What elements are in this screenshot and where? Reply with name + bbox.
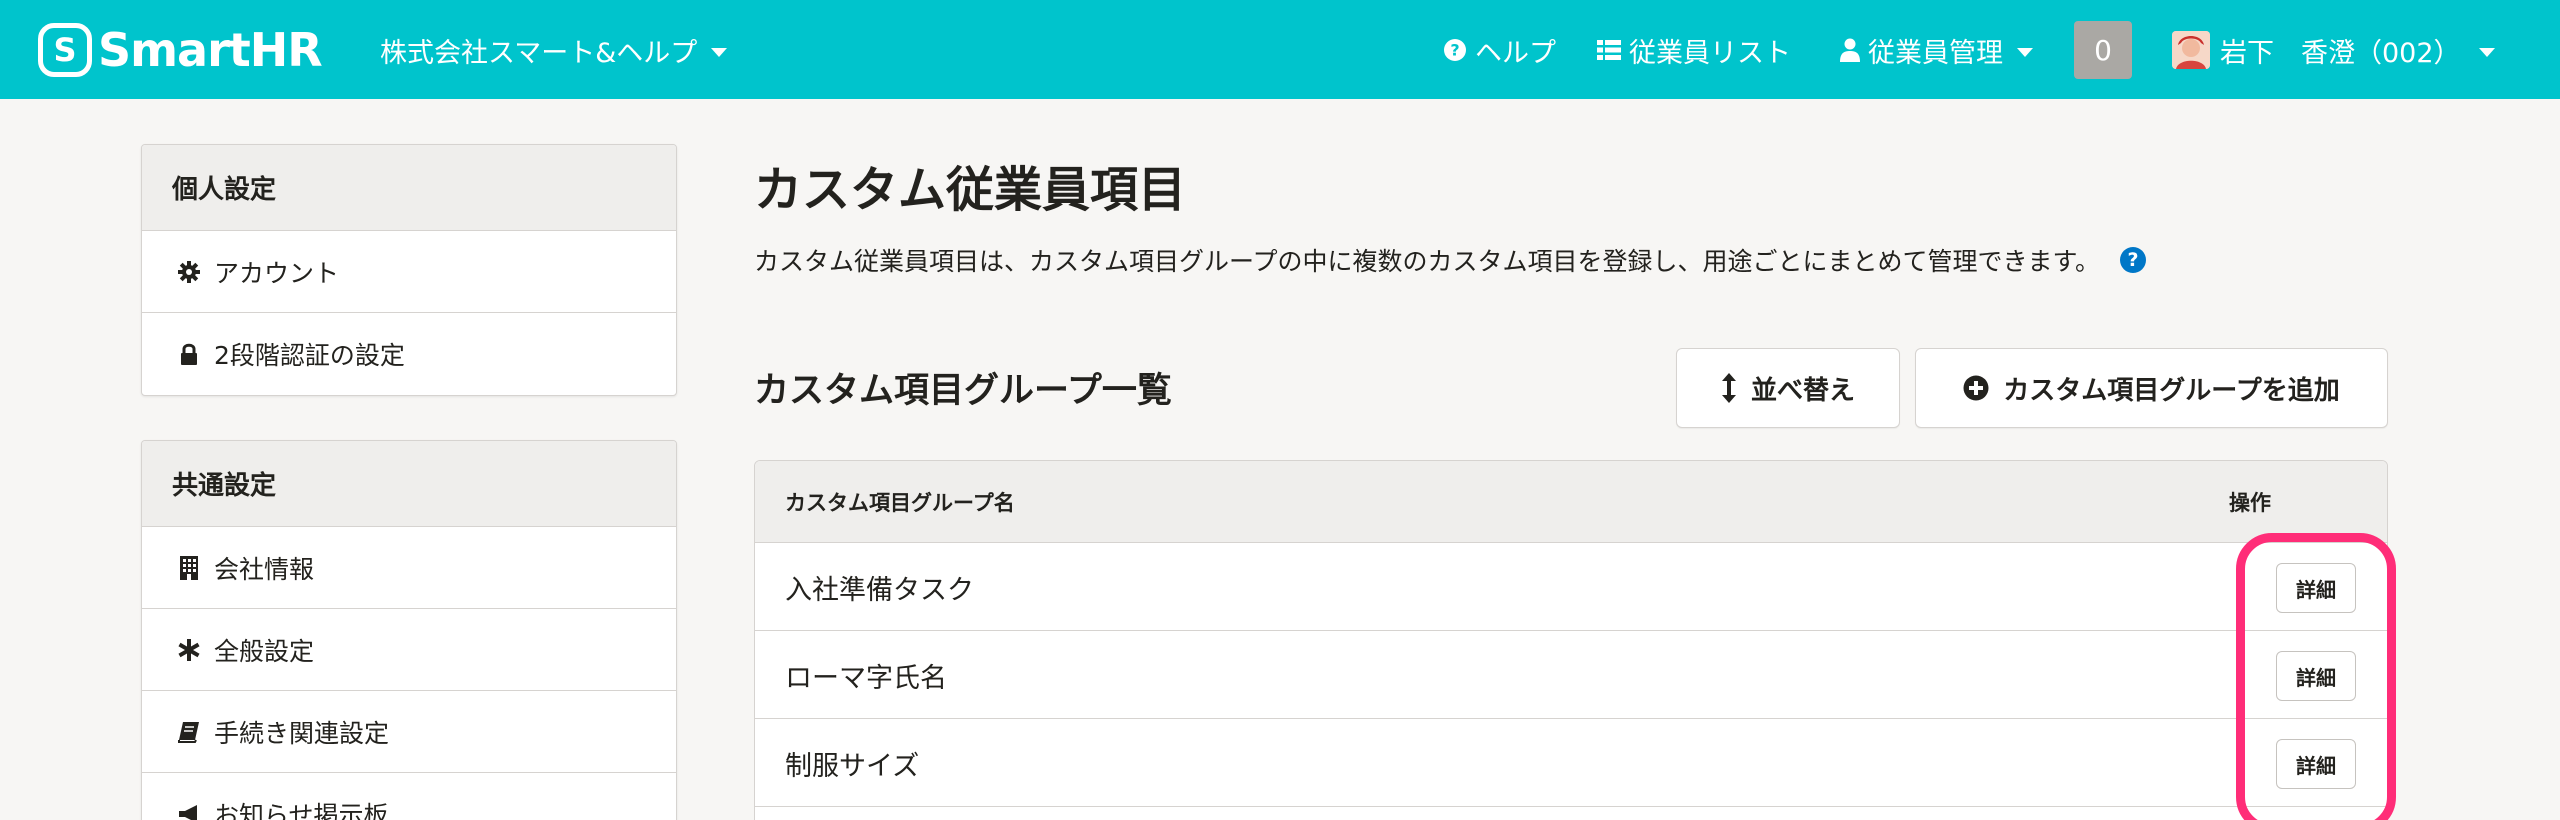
nav-help[interactable]: ? ヘルプ bbox=[1443, 30, 1556, 70]
table-header: カスタム項目グループ名 操作 bbox=[755, 461, 2387, 543]
table-row: 制服サイズ 詳細 bbox=[755, 719, 2387, 807]
detail-button[interactable]: 詳細 bbox=[2276, 563, 2356, 613]
add-custom-group-label: カスタム項目グループを追加 bbox=[2003, 375, 2340, 406]
building-icon bbox=[178, 555, 200, 580]
question-circle-icon: ? bbox=[1443, 38, 1467, 62]
nav-employee-management[interactable]: 従業員管理 bbox=[1840, 30, 2033, 70]
sidebar-item-label: 2段階認証の設定 bbox=[214, 341, 405, 370]
section-title: カスタム項目グループ一覧 bbox=[754, 371, 1172, 411]
group-name-cell: 入社準備タスク bbox=[785, 574, 974, 606]
custom-group-table: カスタム項目グループ名 操作 入社準備タスク 詳細 ローマ字氏名 詳細 制服サイ… bbox=[754, 460, 2388, 820]
user-icon bbox=[1840, 38, 1860, 62]
column-header-operations: 操作 bbox=[2229, 491, 2271, 515]
sidebar-item-label: 会社情報 bbox=[214, 554, 315, 584]
avatar[interactable] bbox=[2172, 31, 2210, 69]
nav-employee-list[interactable]: 従業員リスト bbox=[1597, 30, 1791, 70]
description-text: カスタム従業員項目は、カスタム項目グループの中に複数のカスタム項目を登録し、用途… bbox=[754, 247, 2101, 276]
plus-circle-icon bbox=[1963, 375, 1989, 401]
lock-icon bbox=[178, 343, 200, 365]
sort-vertical-icon bbox=[1721, 373, 1737, 403]
page-description: カスタム従業員項目は、カスタム項目グループの中に複数のカスタム項目を登録し、用途… bbox=[754, 242, 2147, 278]
sidebar-item-label: アカウント bbox=[214, 258, 340, 288]
sidebar-item-general-settings[interactable]: 全般設定 bbox=[142, 609, 676, 691]
top-header: S SmartHR 株式会社スマート&ヘルプ ? ヘルプ 従業員リスト 従業員管… bbox=[0, 0, 2560, 99]
book-icon bbox=[178, 721, 200, 743]
common-settings-card: 共通設定 会社情報 全般設定 手続き関連設定 お知らせ掲示板 bbox=[141, 440, 677, 820]
common-settings-heading: 共通設定 bbox=[142, 441, 676, 527]
sidebar-item-bulletin-board[interactable]: お知らせ掲示板 bbox=[142, 773, 676, 820]
sidebar-item-two-factor[interactable]: 2段階認証の設定 bbox=[142, 313, 676, 395]
group-name-cell: ローマ字氏名 bbox=[785, 662, 947, 694]
chevron-down-icon bbox=[2017, 47, 2033, 57]
sidebar-item-procedure-settings[interactable]: 手続き関連設定 bbox=[142, 691, 676, 773]
table-row: 入社準備タスク 詳細 bbox=[755, 543, 2387, 631]
table-row: ローマ字氏名 詳細 bbox=[755, 631, 2387, 719]
logo-mark-icon: S bbox=[38, 23, 92, 77]
group-name-cell: 制服サイズ bbox=[785, 750, 920, 782]
smarthr-logo[interactable]: S SmartHR bbox=[38, 22, 323, 78]
sort-button[interactable]: 並べ替え bbox=[1676, 348, 1900, 428]
nav-help-label: ヘルプ bbox=[1475, 37, 1556, 69]
sidebar-item-label: 全般設定 bbox=[214, 636, 315, 666]
nav-employee-list-label: 従業員リスト bbox=[1629, 37, 1791, 69]
megaphone-icon bbox=[178, 803, 200, 820]
asterisk-icon bbox=[178, 638, 200, 661]
nav-employee-management-label: 従業員管理 bbox=[1868, 37, 2003, 69]
column-header-name: カスタム項目グループ名 bbox=[785, 491, 1015, 515]
sort-button-label: 並べ替え bbox=[1750, 375, 1855, 406]
chevron-down-icon bbox=[2478, 47, 2495, 57]
gear-icon bbox=[178, 260, 200, 283]
user-menu[interactable]: 岩下 香澄（002） bbox=[2220, 30, 2495, 70]
svg-text:?: ? bbox=[1450, 41, 1459, 60]
logo-text: SmartHR bbox=[98, 23, 323, 77]
personal-settings-heading: 個人設定 bbox=[142, 145, 676, 231]
detail-button[interactable]: 詳細 bbox=[2276, 651, 2356, 701]
chevron-down-icon bbox=[711, 47, 728, 57]
company-name: 株式会社スマート&ヘルプ bbox=[380, 37, 698, 69]
page-title: カスタム従業員項目 bbox=[754, 162, 1187, 218]
add-custom-group-button[interactable]: カスタム項目グループを追加 bbox=[1915, 348, 2388, 428]
sidebar-item-company-info[interactable]: 会社情報 bbox=[142, 527, 676, 609]
help-icon[interactable]: ? bbox=[2120, 247, 2147, 273]
sidebar-item-label: お知らせ掲示板 bbox=[214, 801, 389, 820]
list-icon bbox=[1597, 39, 1621, 61]
sidebar-item-account[interactable]: アカウント bbox=[142, 231, 676, 313]
notification-badge[interactable]: 0 bbox=[2074, 21, 2132, 79]
company-switcher[interactable]: 株式会社スマート&ヘルプ bbox=[380, 30, 728, 70]
user-name-label: 岩下 香澄（002） bbox=[2220, 37, 2461, 69]
detail-button[interactable]: 詳細 bbox=[2276, 739, 2356, 789]
sidebar-item-label: 手続き関連設定 bbox=[214, 718, 390, 748]
personal-settings-card: 個人設定 アカウント 2段階認証の設定 bbox=[141, 144, 677, 396]
